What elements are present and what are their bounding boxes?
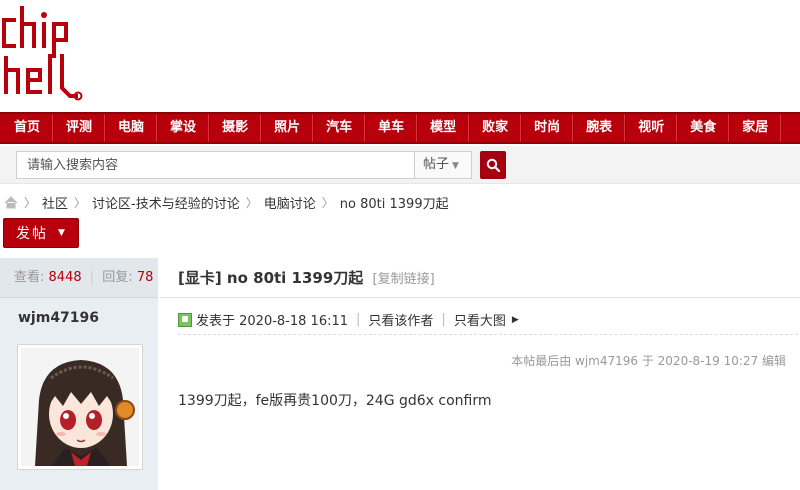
search-icon [486,158,500,172]
nav-item-photography[interactable]: 摄影 [209,114,262,142]
post-author-sidebar: 查看: 8448 | 回复: 78 wjm47196 [0,258,158,490]
avatar[interactable] [17,344,143,470]
nav-item-home-living[interactable]: 家居 [729,114,782,142]
replies-label: 回复: [102,270,133,285]
nav-item-cars[interactable]: 汽车 [313,114,366,142]
thread-stats: 查看: 8448 | 回复: 78 [0,258,158,298]
nav-item-computers[interactable]: 电脑 [105,114,158,142]
copy-link-button[interactable]: [复制链接] [373,272,435,287]
stats-divider: | [89,270,95,285]
search-input[interactable] [16,151,414,179]
breadcrumb-community[interactable]: 社区 [42,193,68,212]
chevron-down-icon: ▼ [58,228,65,238]
breadcrumb: 〉 社区 〉 讨论区-技术与经验的讨论 〉 电脑讨论 〉 no 80ti 139… [4,192,449,212]
new-post-button[interactable]: 发帖 ▼ [3,218,79,248]
author-name[interactable]: wjm47196 [18,310,99,326]
views-count: 8448 [48,270,82,285]
search-button[interactable] [480,151,506,179]
search-bar: 帖子▼ [0,146,800,184]
online-status-icon [178,312,192,327]
nav-item-fashion[interactable]: 时尚 [521,114,574,142]
breadcrumb-thread[interactable]: no 80ti 1399刀起 [340,193,449,212]
meta-divider: | [356,312,361,327]
nav-item-handhelds[interactable]: 掌设 [157,114,210,142]
home-icon[interactable] [4,195,18,209]
nav-item-watches[interactable]: 腕表 [573,114,626,142]
nav-item-food[interactable]: 美食 [677,114,730,142]
chiphell-logo-icon [2,6,83,101]
edit-note: 本帖最后由 wjm47196 于 2020-8-19 10:27 编辑 [511,354,786,368]
nav-item-photos[interactable]: 照片 [261,114,314,142]
play-triangle-icon: ▶ [511,314,519,325]
nav-item-home[interactable]: 首页 [0,114,54,142]
post-content: 1399刀起，fe版再贵100刀，24G gd6x confirm [178,393,492,409]
site-logo[interactable] [0,0,90,108]
chevron-right-icon: 〉 [245,195,258,210]
post-date: 发表于 2020-8-18 16:11 [196,314,349,329]
chevron-down-icon: ▼ [452,161,459,171]
breadcrumb-discussion-area[interactable]: 讨论区-技术与经验的讨论 [92,193,240,212]
only-author-link[interactable]: 只看该作者 [368,310,433,329]
post-divider [178,334,798,335]
nav-item-audio-video[interactable]: 视听 [625,114,678,142]
post-main: [显卡] no 80ti 1399刀起 [复制链接] 发表于 2020-8-18… [160,258,800,490]
chevron-right-icon: 〉 [321,195,334,210]
large-image-link[interactable]: 只看大图 [454,310,506,329]
nav-item-models[interactable]: 模型 [417,114,470,142]
nav-item-shopping[interactable]: 败家 [469,114,522,142]
thread-title: [显卡] no 80ti 1399刀起 [178,269,364,287]
new-post-label: 发帖 [16,226,48,242]
search-type-select[interactable]: 帖子 ▼ [414,151,472,179]
avatar-image [21,348,139,466]
chevron-right-icon: 〉 [24,195,37,210]
chevron-right-icon: 〉 [74,195,87,210]
nav-item-reviews[interactable]: 评测 [53,114,106,142]
main-nav: 首页 评测 电脑 掌设 摄影 照片 汽车 单车 模型 败家 时尚 腕表 视听 美… [0,112,800,144]
meta-divider: | [441,312,446,327]
breadcrumb-computer-discussion[interactable]: 电脑讨论 [264,193,316,212]
search-type-label: 帖子 [423,157,450,172]
thread-title-row: [显卡] no 80ti 1399刀起 [复制链接] [160,258,800,298]
post-meta: 发表于 2020-8-18 16:11 | 只看该作者 | 只看大图 ▶ [178,310,519,329]
replies-count: 78 [136,270,154,285]
nav-item-bikes[interactable]: 单车 [365,114,418,142]
views-label: 查看: [14,270,45,285]
